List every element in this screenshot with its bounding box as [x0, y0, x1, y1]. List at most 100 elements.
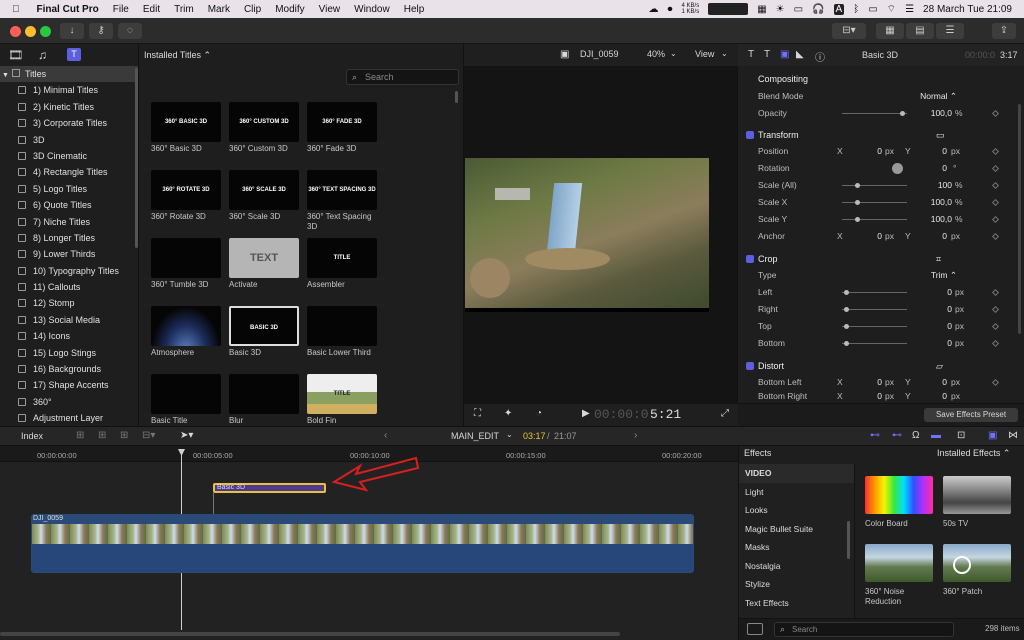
- sidebar-category-item[interactable]: 15) Logo Stings: [0, 345, 138, 361]
- view-dropdown[interactable]: View: [695, 49, 714, 59]
- effects-browser-icon[interactable]: ⋈: [1008, 430, 1018, 441]
- installed-titles-dropdown[interactable]: Installed Titles ⌃: [144, 44, 211, 66]
- layout-button[interactable]: ⊟▾: [832, 23, 866, 39]
- distort-checkbox[interactable]: [746, 362, 754, 370]
- timeline-scrollbar[interactable]: [0, 632, 620, 636]
- clip-appearance-icon[interactable]: ▣: [988, 430, 997, 441]
- keyframe-icon[interactable]: [991, 215, 1000, 224]
- sidebar-scrollbar[interactable]: [135, 68, 138, 248]
- opacity-slider-knob[interactable]: [900, 111, 905, 116]
- insert-clip-icon[interactable]: ⊞: [98, 430, 106, 441]
- menu-modify[interactable]: Modify: [275, 4, 304, 15]
- brightness-icon[interactable]: ☀: [776, 4, 785, 15]
- bottom-left-y-value[interactable]: 0: [927, 374, 947, 391]
- effects-category-item[interactable]: Light: [739, 483, 854, 502]
- audio-icon[interactable]: ♫: [38, 48, 47, 62]
- sidebar-category-item[interactable]: 5) Logo Titles: [0, 181, 138, 197]
- index-button[interactable]: Index: [21, 431, 43, 441]
- blend-mode-dropdown[interactable]: Normal ⌃: [912, 88, 957, 105]
- opacity-value[interactable]: 100,0: [922, 105, 952, 122]
- play-icon[interactable]: ▶: [582, 408, 590, 419]
- menu-help[interactable]: Help: [404, 4, 425, 15]
- position-x-value[interactable]: 0: [862, 143, 882, 160]
- keyboard-icon[interactable]: A: [833, 3, 845, 15]
- menu-file[interactable]: File: [113, 4, 129, 15]
- sidebar-category-item[interactable]: 12) Stomp: [0, 295, 138, 311]
- scale-all-slider-knob[interactable]: [855, 183, 860, 188]
- record-icon[interactable]: ⏺: [668, 4, 673, 15]
- crop-top-value[interactable]: 0: [927, 318, 952, 335]
- menu-window[interactable]: Window: [354, 4, 390, 15]
- control-center-icon[interactable]: ☰: [905, 4, 914, 15]
- import-button[interactable]: ↓: [60, 23, 84, 39]
- title-thumbnail[interactable]: TITLE: [307, 238, 377, 278]
- keyframe-icon[interactable]: [991, 288, 1000, 297]
- title-thumbnail[interactable]: 360° ROTATE 3D: [151, 170, 221, 210]
- overwrite-clip-icon[interactable]: ⊟▾: [142, 430, 155, 441]
- forward-arrow-icon[interactable]: ›: [634, 430, 637, 441]
- show-timeline-button[interactable]: ▤: [906, 23, 934, 39]
- onscreen-distort-icon[interactable]: ▱: [936, 357, 943, 375]
- title-thumbnail[interactable]: TITLE: [307, 374, 377, 414]
- clock[interactable]: 28 March Tue 21:09: [923, 4, 1012, 15]
- effects-categories-scrollbar[interactable]: [847, 521, 850, 559]
- title-inspector-icon[interactable]: T: [748, 49, 754, 60]
- enhance-icon[interactable]: ✦: [504, 408, 512, 419]
- solo-icon[interactable]: ▬: [931, 430, 941, 441]
- sidebar-category-item[interactable]: 2) Kinetic Titles: [0, 99, 138, 115]
- sidebar-category-item[interactable]: 17) Shape Accents: [0, 377, 138, 393]
- append-clip-icon[interactable]: ⊞: [120, 430, 128, 441]
- title-thumbnail[interactable]: 360° FADE 3D: [307, 102, 377, 142]
- keyframe-icon[interactable]: [991, 305, 1000, 314]
- sidebar-category-item[interactable]: 10) Typography Titles: [0, 263, 138, 279]
- patch-thumb[interactable]: [943, 544, 1011, 582]
- app-menu[interactable]: Final Cut Pro: [37, 4, 99, 15]
- crop-top-slider-knob[interactable]: [844, 324, 849, 329]
- keyword-button[interactable]: ⚷: [89, 23, 113, 39]
- rotation-value[interactable]: 0: [922, 160, 947, 177]
- sidebar-category-item[interactable]: 3D: [0, 132, 138, 148]
- show-inspector-button[interactable]: ☰: [936, 23, 964, 39]
- crop-right-value[interactable]: 0: [927, 301, 952, 318]
- sidebar-category-item[interactable]: 13) Social Media: [0, 312, 138, 328]
- sidebar-category-item[interactable]: 14) Icons: [0, 328, 138, 344]
- noise-reduction-thumb[interactable]: [865, 544, 933, 582]
- effects-category-item[interactable]: Magic Bullet Suite: [739, 520, 854, 539]
- audio-skimming-icon[interactable]: Ω: [912, 430, 919, 441]
- save-effects-preset-button[interactable]: Save Effects Preset: [924, 408, 1018, 422]
- info-icon[interactable]: ⓘ: [815, 49, 825, 64]
- keyframe-icon[interactable]: [991, 181, 1000, 190]
- disclosure-triangle-icon[interactable]: ▼: [2, 72, 9, 79]
- sidebar-category-item[interactable]: 6) Quote Titles: [0, 197, 138, 213]
- text-inspector-icon[interactable]: T: [764, 49, 770, 60]
- sidebar-category-item[interactable]: 3) Corporate Titles: [0, 115, 138, 131]
- scale-y-value[interactable]: 100,0: [922, 211, 952, 228]
- keyframe-icon[interactable]: [991, 232, 1000, 241]
- grid-icon[interactable]: ▦: [757, 4, 766, 15]
- crop-type-dropdown[interactable]: Trim ⌃: [917, 267, 957, 284]
- effects-category-item[interactable]: Nostalgia: [739, 557, 854, 576]
- keyframe-icon[interactable]: [991, 164, 1000, 173]
- crop-left-slider-knob[interactable]: [844, 290, 849, 295]
- rotation-dial[interactable]: [892, 163, 903, 174]
- crop-top-slider[interactable]: [842, 324, 907, 329]
- anchor-y-value[interactable]: 0: [927, 228, 947, 245]
- sidebar-category-item[interactable]: 360°: [0, 394, 138, 410]
- keyframe-icon[interactable]: [991, 147, 1000, 156]
- transform-checkbox[interactable]: [746, 131, 754, 139]
- scale-y-slider[interactable]: [842, 217, 907, 222]
- crop-bottom-slider[interactable]: [842, 341, 907, 346]
- connect-clip-icon[interactable]: ⊞: [76, 430, 84, 441]
- effects-category-item[interactable]: Looks: [739, 501, 854, 520]
- battery-icon[interactable]: ▭: [868, 4, 877, 15]
- bottom-left-x-value[interactable]: 0: [862, 374, 882, 391]
- keyframe-icon[interactable]: [991, 198, 1000, 207]
- minimize-window-button[interactable]: [25, 26, 36, 37]
- title-thumbnail[interactable]: 360° BASIC 3D: [151, 102, 221, 142]
- filter-icon[interactable]: ◣: [796, 49, 804, 60]
- video-clip[interactable]: DJI_0059: [31, 514, 694, 573]
- opacity-slider[interactable]: [842, 111, 907, 116]
- scale-all-value[interactable]: 100: [922, 177, 952, 194]
- menu-view[interactable]: View: [319, 4, 341, 15]
- transform-icon[interactable]: ⛶: [474, 408, 481, 419]
